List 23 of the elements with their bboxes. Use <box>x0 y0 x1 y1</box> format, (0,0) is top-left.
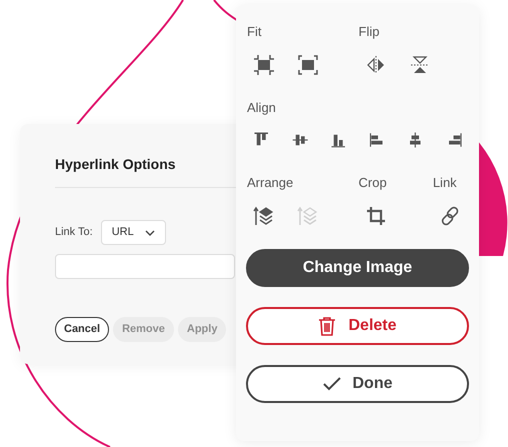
checkmark-icon <box>322 376 340 390</box>
delete-button[interactable]: Delete <box>246 306 469 344</box>
link-type-dropdown[interactable]: URL <box>100 220 166 245</box>
link-to-label: Link To: <box>55 225 93 240</box>
section-label: Align <box>246 98 277 117</box>
section-label: Link <box>432 174 458 192</box>
change-image-button[interactable]: Change Image <box>246 248 469 286</box>
flip-vertical-icon[interactable] <box>408 54 430 76</box>
done-button[interactable]: Done <box>246 364 469 402</box>
section-label: Crop <box>358 174 388 192</box>
trash-icon <box>318 316 336 336</box>
bring-forward-icon[interactable] <box>253 204 275 226</box>
fill-icon[interactable] <box>297 54 319 76</box>
section-label: Flip <box>358 23 380 41</box>
section-label: Arrange <box>246 174 294 192</box>
dialog-button[interactable]: Cancel <box>55 317 110 342</box>
url-field[interactable] <box>55 254 235 279</box>
crop-icon[interactable] <box>364 204 386 226</box>
flip-horizontal-icon[interactable] <box>364 54 386 76</box>
chevron-down-icon <box>144 230 155 236</box>
fit-icon[interactable] <box>253 54 275 76</box>
dialog-title: Hyperlink Options <box>55 155 177 174</box>
section-label: Fit <box>246 23 262 41</box>
